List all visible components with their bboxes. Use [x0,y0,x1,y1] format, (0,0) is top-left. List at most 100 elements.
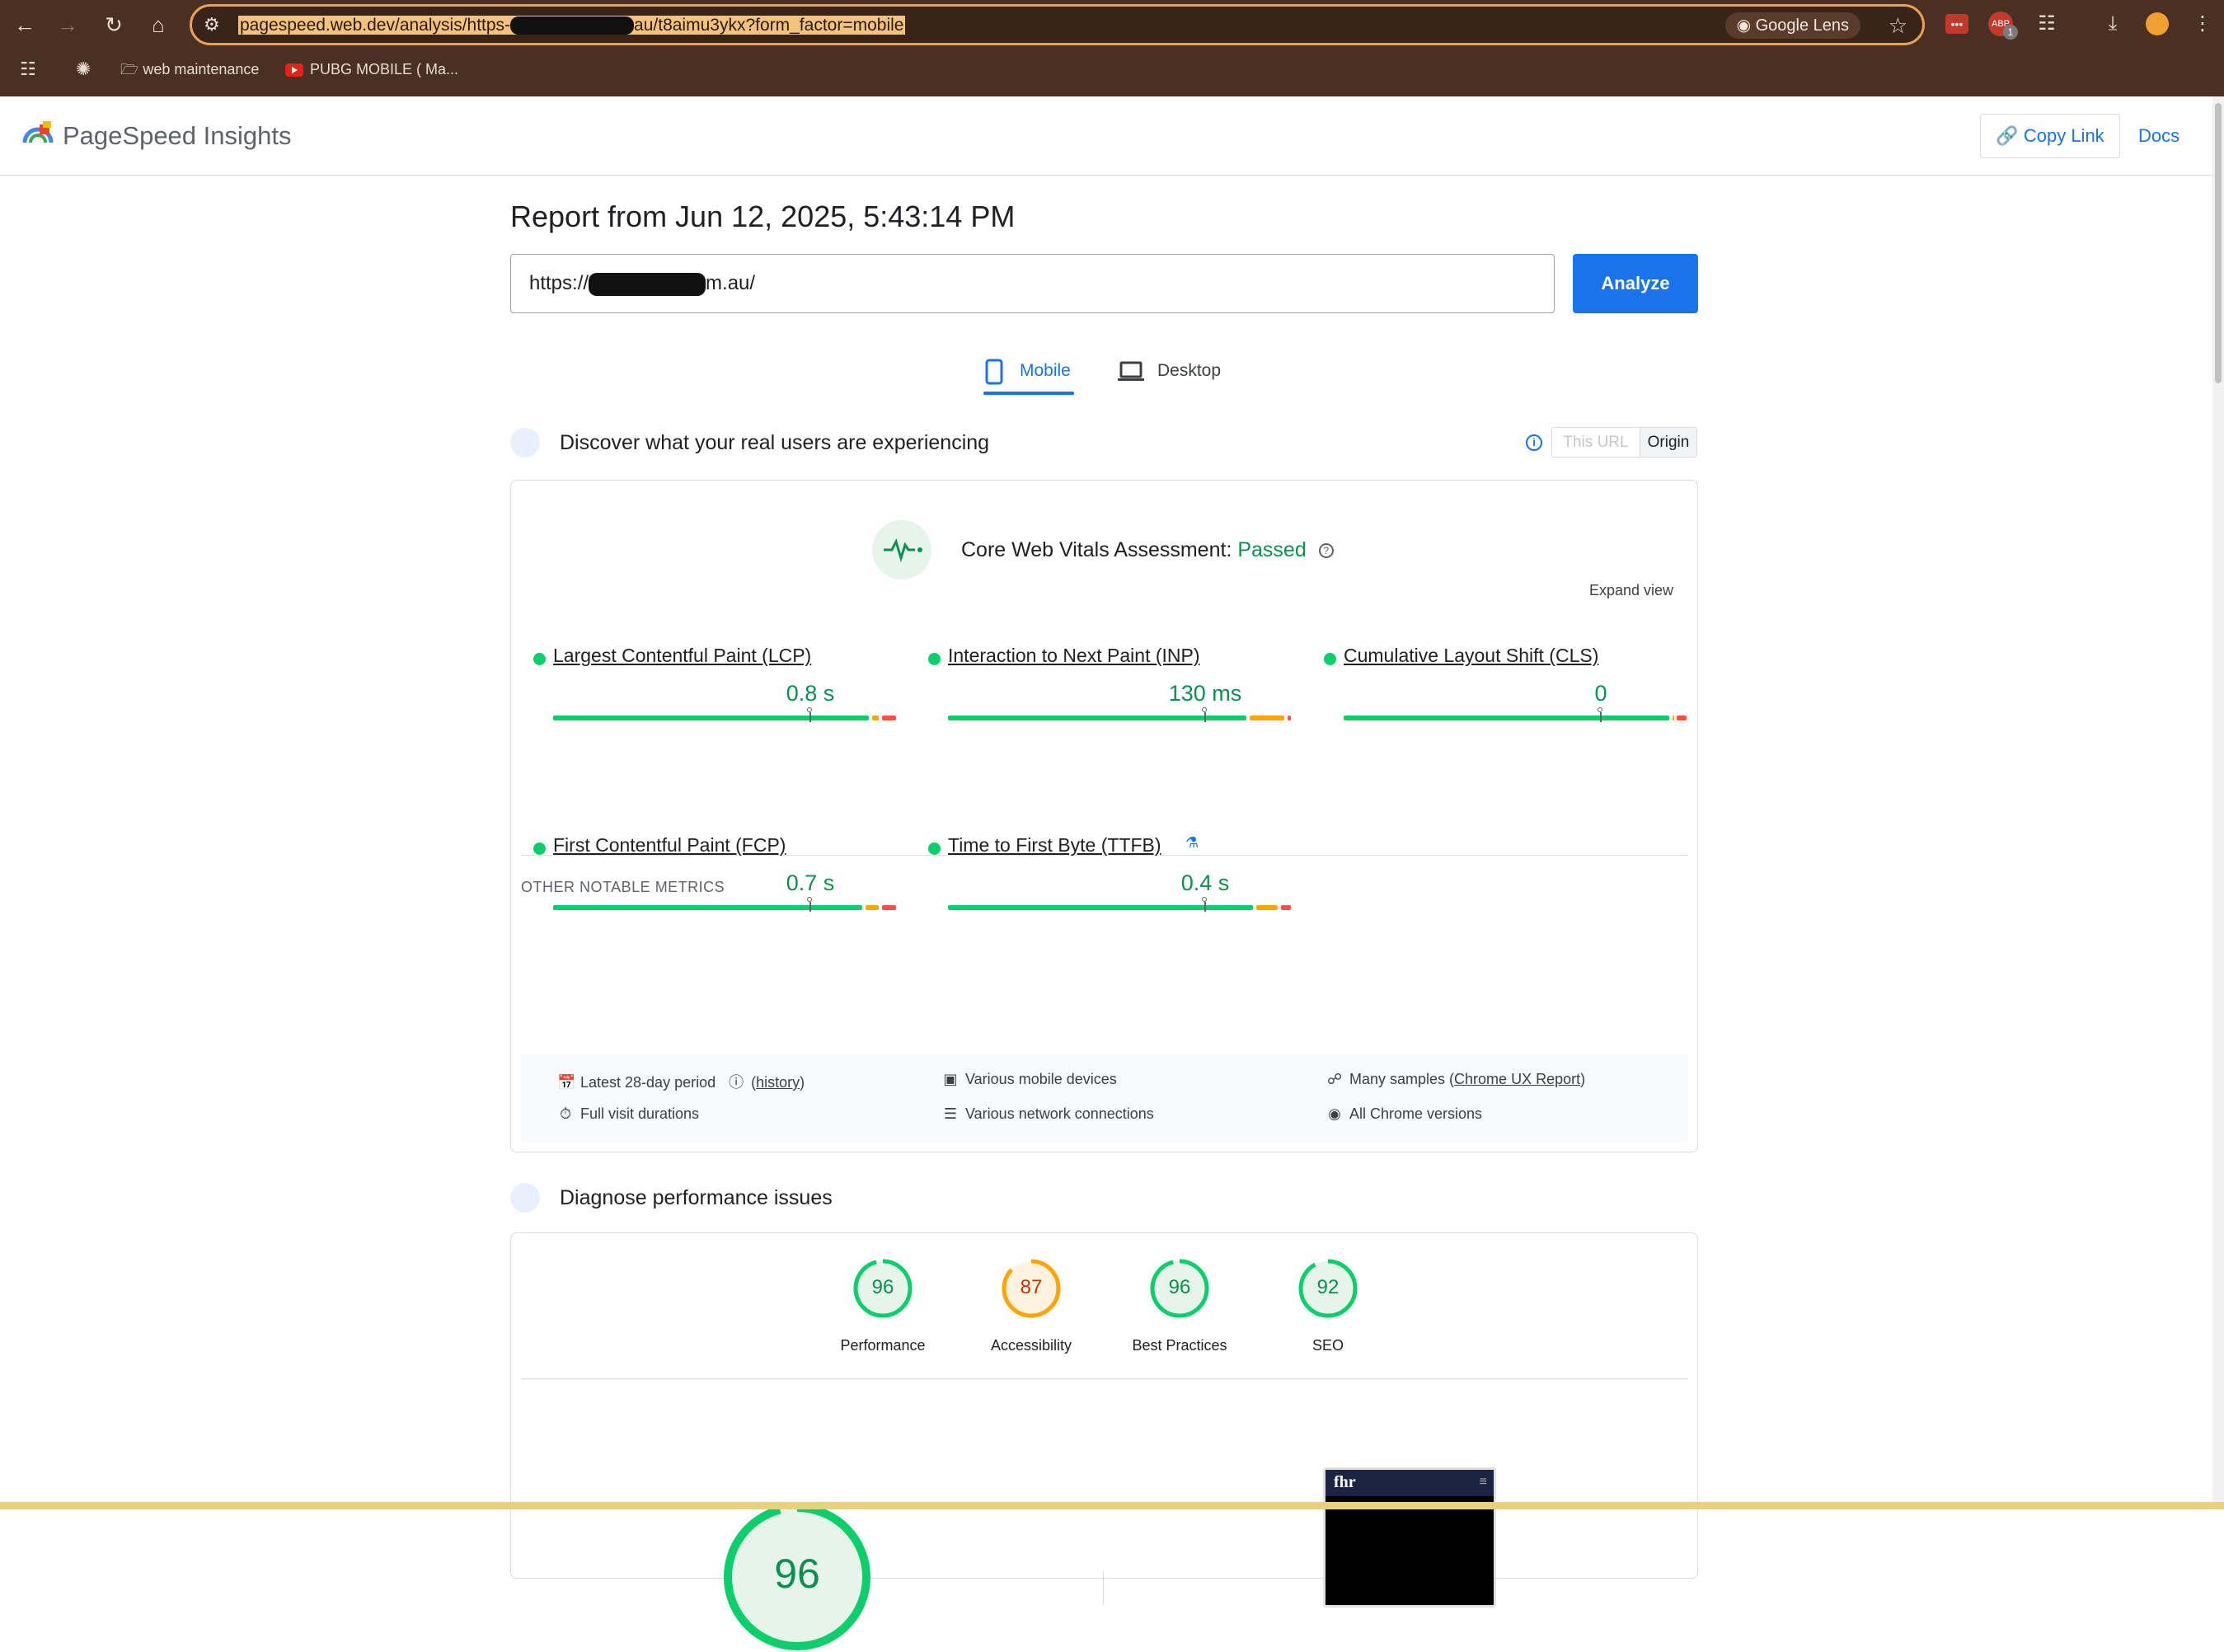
toggle-this-url[interactable]: This URL [1552,428,1640,457]
metric-value: 0 [1594,681,1607,706]
copy-link-button[interactable]: 🔗 Copy Link [1980,114,2120,158]
devices-icon: ▣ [943,1071,958,1087]
poor-segment [882,716,896,720]
psi-header: PageSpeed Insights 🔗 Copy Link Docs [0,96,2212,176]
status-dot [1324,653,1336,665]
bookmark-web-maintenance[interactable]: 🗁 web maintenance [120,59,259,79]
url-text[interactable]: pagespeed.web.dev/analysis/https-au/t8ai… [238,14,906,37]
menu-kebab-icon[interactable]: ⋮ [2193,10,2212,38]
docs-link[interactable]: Docs [2138,114,2179,158]
downloads-icon[interactable]: ⤓ [2099,10,2127,38]
metric-name[interactable]: Time to First Byte (TTFB) [948,834,1161,857]
help-icon[interactable]: ⓘ [728,1071,744,1092]
poor-segment [1280,905,1291,910]
score-performance[interactable]: 96 Performance [828,1258,935,1357]
score-label: SEO [1311,1337,1344,1354]
extension-icon[interactable]: ••• [1945,14,1968,34]
home-icon[interactable]: ⌂ [142,8,175,41]
metric-cls: Cumulative Layout Shift (CLS) 0 [1324,643,1687,734]
scrollbar[interactable] [2212,96,2224,1502]
score-value: 92 [1316,1276,1340,1298]
score-label: Performance [840,1337,926,1354]
needs-improvement-segment [1250,716,1284,720]
cwv-status: Passed [1237,538,1307,561]
percentile-marker [1204,712,1206,722]
address-bar[interactable]: ⚙ pagespeed.web.dev/analysis/https-au/t8… [190,4,1925,45]
mobile-phone-icon [985,359,1003,385]
google-lens-button[interactable]: ◉ Google Lens [1724,12,1860,39]
poor-segment [1287,716,1291,720]
info-icon[interactable]: i [1526,434,1542,451]
good-segment [948,716,1247,720]
distribution-bar [948,707,1291,722]
reload-icon[interactable]: ↻ [97,8,130,41]
heartbeat-icon [872,520,931,580]
field-data-details: 📅 Latest 28-day period ⓘ (history) ▣ Variou… [521,1054,1688,1142]
score-label: Best Practices [1132,1337,1227,1354]
page-content: PageSpeed Insights 🔗 Copy Link Docs Repo… [0,96,2212,1650]
metric-name[interactable]: Interaction to Next Paint (INP) [948,645,1200,667]
score-seo[interactable]: 92 SEO [1273,1258,1380,1357]
bookmark-pubg[interactable]: PUBG MOBILE ( Ma... [285,59,458,79]
url-origin-toggle: This URL Origin [1551,427,1697,458]
metric-value: 0.7 s [786,871,835,895]
metric-name[interactable]: Largest Contentful Paint (LCP) [553,645,811,667]
profile-avatar[interactable] [2146,12,2169,35]
score-label: Accessibility [990,1337,1072,1354]
metric-inp: Interaction to Next Paint (INP) 130 ms [928,643,1291,734]
toggle-origin[interactable]: Origin [1640,428,1696,457]
extensions-puzzle-icon[interactable]: ☷ [2033,10,2061,38]
good-segment [948,905,1254,910]
apps-grid-icon[interactable]: ☷ [20,59,36,79]
chrome-ux-report-link[interactable]: Chrome UX Report [1454,1071,1580,1087]
score-best-practices[interactable]: 96 Best Practices [1124,1258,1232,1357]
scrollbar-thumb[interactable] [2215,103,2222,383]
users-experience-icon [510,428,540,458]
diagnose-icon [510,1183,540,1213]
metric-name[interactable]: Cumulative Layout Shift (CLS) [1344,645,1598,667]
network-item: ☰ Various network connections [943,1105,1154,1122]
distribution-bar [553,897,896,912]
bookmark-star-icon[interactable]: ☆ [1889,12,1907,39]
back-icon[interactable]: ← [8,8,41,41]
site-logo: fhr [1334,1473,1356,1491]
good-segment [1344,716,1670,720]
status-dot [928,653,941,665]
metric-name[interactable]: First Contentful Paint (FCP) [553,834,786,857]
tab-mobile[interactable]: Mobile [985,350,1074,395]
report-title: Report from Jun 12, 2025, 5:43:14 PM [510,199,1016,233]
score-value: 87 [1020,1276,1043,1298]
chatgpt-bookmark-icon[interactable]: ✺ [76,59,91,79]
percentile-pin [807,707,812,712]
app-title: PageSpeed Insights [63,121,292,150]
metric-value: 0.4 s [1180,871,1230,895]
durations-item: ⏱ Full visit durations [557,1105,699,1123]
history-link[interactable]: history [756,1074,800,1091]
site-info-icon[interactable]: ⚙ [204,14,220,35]
poor-segment [1676,716,1687,720]
good-segment [553,716,869,720]
analyze-button[interactable]: Analyze [1573,254,1698,313]
forward-icon[interactable]: → [51,8,84,41]
tab-desktop[interactable]: Desktop [1118,350,1233,395]
distribution-bar [948,897,1291,912]
core-web-vitals-card [510,480,1698,1152]
period-item: 📅 Latest 28-day period ⓘ (history) [557,1071,805,1092]
percentile-pin [807,897,812,902]
extension-badge: 1 [2003,25,2018,40]
window-edge [0,1502,2224,1509]
expand-view-button[interactable]: Expand view [1589,582,1673,599]
score-accessibility[interactable]: 87 Accessibility [976,1258,1083,1357]
metric-value: 0.8 s [786,681,835,706]
page-screenshot: fhr ≡ [1323,1467,1496,1607]
experimental-flask-icon: ⚗ [1185,834,1199,851]
chrome-versions-item: ◉ All Chrome versions [1326,1105,1482,1123]
metric-value: 130 ms [1168,681,1242,706]
folder-icon: 🗁 [120,61,139,77]
help-icon[interactable]: ? [1318,543,1334,559]
url-input[interactable]: https://m.au/ [510,254,1555,313]
needs-improvement-segment [1673,716,1675,720]
status-dot [533,653,546,665]
cwv-assessment: Core Web Vitals Assessment: Passed ? [961,538,1334,562]
redacted-region [589,272,706,296]
